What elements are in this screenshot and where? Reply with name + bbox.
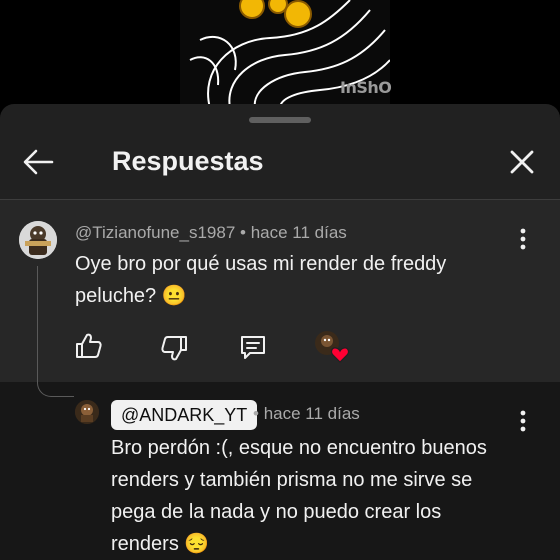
reply-more-options-icon[interactable]: [513, 406, 533, 436]
reply-text-line: renders 😔: [111, 533, 210, 555]
reply-meta: • hace 11 días: [253, 404, 360, 424]
thread-connector: [37, 372, 74, 397]
reply-text: Bro perdón :(, esque no encuentro buenos…: [111, 432, 487, 560]
inshot-watermark: InShO: [340, 78, 392, 97]
panel-header: Respuestas: [0, 126, 560, 198]
meta-separator: •: [240, 223, 246, 242]
thread-line: [37, 266, 38, 382]
panel-title: Respuestas: [112, 146, 264, 176]
video-player[interactable]: InShO: [0, 0, 560, 108]
reply-author-avatar[interactable]: [75, 400, 99, 424]
comment-text-line: Oye bro por qué usas mi render de freddy: [75, 253, 447, 275]
back-arrow-icon[interactable]: [20, 144, 56, 180]
more-options-icon[interactable]: [513, 224, 533, 254]
commenter-avatar[interactable]: [19, 221, 57, 259]
reply-icon[interactable]: [238, 332, 268, 362]
reply-time: hace 11 días: [263, 404, 360, 423]
creator-heart-icon: [314, 330, 350, 364]
like-icon[interactable]: [73, 331, 103, 361]
reply-text-line: Bro perdón :(, esque no encuentro buenos: [111, 437, 487, 459]
meta-separator: •: [253, 404, 259, 423]
drag-handle[interactable]: [249, 117, 311, 123]
close-icon[interactable]: [504, 144, 540, 180]
comment-time: hace 11 días: [250, 223, 347, 242]
reply-author-chip[interactable]: @ANDARK_YT: [111, 400, 258, 430]
comment-author[interactable]: @Tizianofune_s1987: [75, 223, 235, 242]
comment-text: Oye bro por qué usas mi render de freddy…: [75, 248, 446, 312]
reply-text-line: pega de la nada y no puedo crear los: [111, 501, 442, 523]
comment-meta: @Tizianofune_s1987 • hace 11 días: [75, 223, 347, 243]
replies-panel: Respuestas @Tizianofune_s1987 • hace 11 …: [0, 104, 560, 560]
reply-text-line: renders y también prisma no me sirve se: [111, 469, 473, 491]
dislike-icon[interactable]: [160, 333, 190, 363]
comment-text-line: peluche? 😐: [75, 285, 187, 307]
